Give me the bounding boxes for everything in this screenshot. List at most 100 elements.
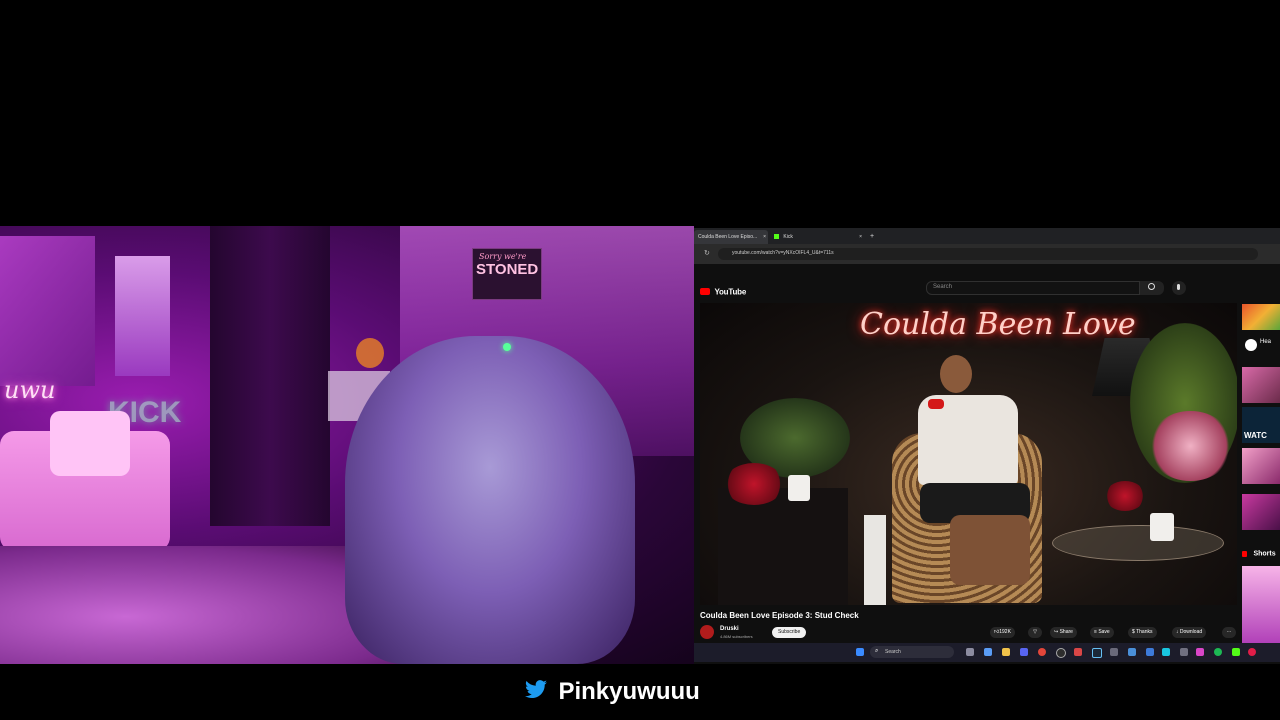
person-in-blanket bbox=[345, 336, 635, 664]
pillow bbox=[50, 411, 130, 476]
search-input[interactable]: Search bbox=[926, 281, 1140, 295]
app-icon[interactable] bbox=[1232, 648, 1240, 656]
tab-close-icon[interactable]: × bbox=[763, 230, 766, 244]
kick-icon bbox=[774, 234, 779, 240]
search-button[interactable] bbox=[1140, 281, 1164, 295]
shorts-label: Shorts bbox=[1253, 550, 1276, 558]
wall-poster-center bbox=[115, 256, 170, 376]
file-explorer-icon[interactable] bbox=[1002, 648, 1010, 656]
vase-white bbox=[864, 515, 886, 605]
app-icon[interactable] bbox=[1074, 648, 1082, 656]
thumb-watch[interactable]: WATC bbox=[1242, 407, 1280, 443]
app-icon[interactable] bbox=[1162, 648, 1170, 656]
windows-taskbar: ⌕ Search bbox=[694, 643, 1280, 662]
thanks-label: Thanks bbox=[1136, 629, 1153, 635]
poster-stoned: Sorry we're STONED bbox=[472, 248, 542, 300]
person-legs bbox=[950, 515, 1030, 585]
share-button[interactable]: ↪ Share bbox=[1050, 627, 1077, 638]
download-label: Download bbox=[1179, 629, 1203, 635]
sidebar-watch-text: WATC bbox=[1244, 431, 1267, 440]
recommendations-sidebar: Hea WATC Shorts bbox=[1242, 304, 1280, 644]
task-view-icon[interactable] bbox=[966, 648, 974, 656]
subscribe-button[interactable]: Subscribe bbox=[772, 627, 807, 638]
search-placeholder: Search bbox=[933, 284, 953, 290]
flowers-right bbox=[1148, 411, 1233, 481]
thumb-channel[interactable]: Hea bbox=[1242, 334, 1280, 356]
mic-icon bbox=[1177, 284, 1180, 290]
save-label: Save bbox=[1098, 629, 1110, 635]
thumb-food[interactable] bbox=[1242, 304, 1280, 330]
overlay-footer: Pinkyuwuuu bbox=[0, 664, 1280, 720]
mug-right bbox=[1150, 513, 1174, 541]
app-icon[interactable] bbox=[1196, 648, 1204, 656]
download-button[interactable]: ↓ Download bbox=[1172, 627, 1207, 638]
red-phone-icon bbox=[928, 399, 944, 409]
search-icon bbox=[1148, 283, 1155, 290]
mug-left bbox=[788, 475, 810, 501]
roses-right bbox=[1105, 481, 1145, 511]
tab-youtube[interactable]: Coulda Been Love Episo... × bbox=[694, 230, 768, 244]
thanks-button[interactable]: $ Thanks bbox=[1128, 627, 1157, 638]
wall-poster-left bbox=[0, 236, 95, 386]
channel-avatar[interactable] bbox=[700, 625, 714, 639]
tab-bar: Coulda Been Love Episo... × Kick × + bbox=[694, 228, 1280, 244]
app-icon[interactable] bbox=[1110, 648, 1118, 656]
video-neon-title: Coulda Been Love bbox=[860, 307, 1136, 342]
thumb-short[interactable] bbox=[1242, 566, 1280, 644]
app-icon[interactable] bbox=[1128, 648, 1136, 656]
thumb-pink-2[interactable] bbox=[1242, 494, 1280, 530]
dislike-button[interactable]: ▽ bbox=[1028, 627, 1042, 638]
steam-icon[interactable] bbox=[1092, 648, 1102, 658]
more-actions-button[interactable]: ··· bbox=[1222, 627, 1236, 638]
roses-left bbox=[724, 463, 784, 505]
app-icon[interactable] bbox=[1180, 648, 1188, 656]
sidebar-head-text: Hea bbox=[1260, 339, 1272, 345]
obs-icon[interactable] bbox=[1056, 648, 1066, 658]
poster-sub-text: Sorry we're bbox=[479, 252, 527, 261]
tab-close-icon[interactable]: × bbox=[859, 230, 862, 244]
channel-name[interactable]: Druski bbox=[720, 626, 739, 632]
plush-orange bbox=[356, 338, 384, 368]
webcam-feed: Sorry we're STONED uwu KICK u bbox=[0, 226, 694, 664]
youtube-logo-icon bbox=[700, 288, 710, 296]
thumb-people[interactable] bbox=[1242, 367, 1280, 403]
tab-kick[interactable]: Kick × bbox=[770, 230, 864, 244]
dislike-icon: ▽ bbox=[1033, 629, 1037, 635]
address-bar[interactable]: youtube.com/watch?v=yNXcOIFL4_U&t=711s bbox=[718, 248, 1258, 260]
poster-title-text: STONED bbox=[476, 261, 539, 278]
discord-icon[interactable] bbox=[1020, 648, 1028, 656]
shorts-header[interactable]: Shorts bbox=[1242, 545, 1276, 558]
youtube-logo[interactable]: YouTube bbox=[700, 283, 746, 296]
widgets-icon[interactable] bbox=[984, 648, 992, 656]
tab-youtube-label: Coulda Been Love Episo... bbox=[698, 234, 758, 240]
channel-avatar bbox=[1245, 339, 1257, 351]
video-title: Coulda Been Love Episode 3: Stud Check bbox=[700, 611, 859, 620]
share-label: Share bbox=[1059, 629, 1073, 635]
green-light bbox=[503, 343, 511, 351]
address-bar-row: ↻ youtube.com/watch?v=yNXcOIFL4_U&t=711s bbox=[694, 244, 1280, 264]
spotify-icon[interactable] bbox=[1214, 648, 1222, 656]
save-button[interactable]: ≡ Save bbox=[1090, 627, 1114, 638]
url-text: youtube.com/watch?v=yNXcOIFL4_U&t=711s bbox=[732, 250, 834, 256]
start-icon[interactable] bbox=[856, 648, 864, 656]
twitter-handle-text: Pinkyuwuuu bbox=[558, 678, 700, 705]
app-icon[interactable] bbox=[1146, 648, 1154, 656]
taskbar-search[interactable]: ⌕ Search bbox=[870, 646, 954, 658]
neon-sign-uwu: uwu bbox=[4, 376, 56, 404]
curtain bbox=[210, 226, 330, 526]
tab-kick-label: Kick bbox=[783, 234, 793, 240]
video-player[interactable]: Coulda Been Love bbox=[700, 303, 1237, 605]
like-button[interactable]: 👍︎192K bbox=[990, 627, 1015, 638]
twitter-handle: Pinkyuwuuu bbox=[524, 678, 700, 706]
thumb-pink-1[interactable] bbox=[1242, 448, 1280, 484]
mic-button[interactable] bbox=[1172, 281, 1186, 295]
new-tab-button[interactable]: + bbox=[866, 230, 878, 244]
youtube-logo-text: YouTube bbox=[714, 287, 747, 297]
chrome-icon[interactable] bbox=[1038, 648, 1046, 656]
browser-window: Coulda Been Love Episo... × Kick × + ↻ y… bbox=[694, 228, 1280, 664]
app-icon[interactable] bbox=[1248, 648, 1256, 656]
glass-table-right bbox=[1052, 525, 1224, 561]
twitter-icon bbox=[524, 679, 548, 705]
side-table-left bbox=[718, 488, 848, 605]
reload-icon[interactable]: ↻ bbox=[704, 249, 710, 257]
